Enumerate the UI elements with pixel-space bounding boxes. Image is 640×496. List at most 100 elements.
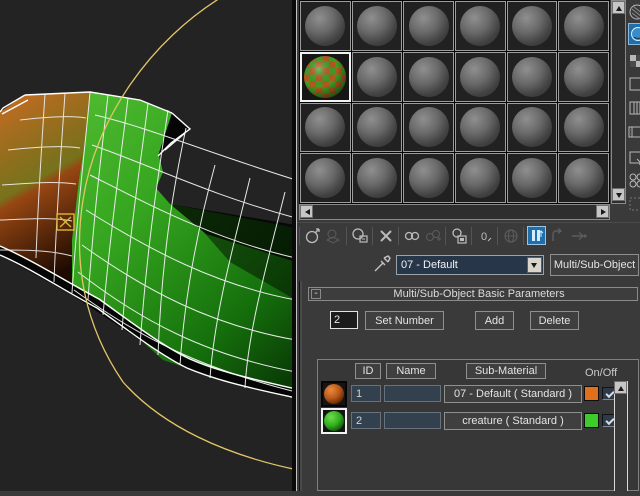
list-scrollbar[interactable] (614, 381, 628, 491)
gray-sphere-icon (357, 107, 397, 147)
sample-slot[interactable] (352, 153, 403, 203)
background-icon[interactable] (628, 53, 640, 73)
sort-by-id-button[interactable]: ID (355, 363, 381, 379)
gray-sphere-icon (409, 57, 449, 97)
left-arrow-icon (305, 209, 310, 215)
rollout-container: - Multi/Sub-Object Basic Parameters 2 Se… (299, 281, 640, 491)
sample-slot[interactable] (300, 153, 351, 203)
sample-slot[interactable] (352, 52, 403, 102)
show-map-in-viewport-icon[interactable] (501, 226, 520, 245)
sample-slot[interactable] (403, 153, 454, 203)
add-button[interactable]: Add (475, 311, 514, 330)
down-arrow-icon (616, 193, 622, 198)
select-by-material-icon[interactable] (628, 172, 640, 192)
rollout-title: Multi/Sub-Object Basic Parameters (321, 288, 637, 300)
sample-slot[interactable] (455, 1, 506, 51)
gray-sphere-icon (460, 158, 500, 198)
sample-slot[interactable] (558, 52, 609, 102)
sub-material-preview[interactable] (321, 408, 347, 434)
reset-map-icon[interactable] (376, 226, 395, 245)
set-number-button[interactable]: Set Number (365, 311, 444, 330)
material-name-dropdown[interactable]: 07 - Default (396, 255, 544, 275)
pick-material-from-object-icon[interactable] (373, 253, 391, 273)
list-scroll-up-button[interactable] (614, 381, 627, 394)
make-material-copy-icon[interactable] (402, 226, 421, 245)
color-swatch[interactable] (584, 413, 599, 428)
sub-material-button[interactable]: 07 - Default ( Standard ) (444, 385, 582, 403)
video-color-check-icon[interactable] (628, 100, 640, 120)
sample-slot[interactable] (403, 103, 454, 153)
sample-uv-tiling-icon[interactable] (628, 76, 640, 96)
sample-slot[interactable] (300, 1, 351, 51)
get-material-icon[interactable] (303, 226, 322, 245)
sample-type-icon[interactable] (628, 3, 640, 23)
sort-by-submaterial-button[interactable]: Sub-Material (466, 363, 546, 379)
sample-slot[interactable] (455, 103, 506, 153)
delete-button[interactable]: Delete (530, 311, 579, 330)
sample-slot[interactable] (352, 1, 403, 51)
material-editor-panel: 0 07 - Default Multi/Sub-Object - Multi/… (296, 0, 640, 491)
sample-slot[interactable] (352, 103, 403, 153)
sample-slot[interactable] (558, 103, 609, 153)
gray-sphere-icon (460, 57, 500, 97)
sample-slot-grid[interactable] (299, 0, 610, 204)
material-type-button[interactable]: Multi/Sub-Object (550, 254, 639, 276)
material-name-row: 07 - Default Multi/Sub-Object (297, 251, 640, 279)
scroll-down-button[interactable] (612, 188, 625, 201)
rollout-header[interactable]: - Multi/Sub-Object Basic Parameters (308, 287, 638, 301)
id-field[interactable]: 2 (351, 412, 381, 429)
scroll-left-button[interactable] (300, 205, 313, 218)
backlight-icon[interactable] (628, 23, 640, 45)
sample-slot[interactable] (455, 153, 506, 203)
slots-horizontal-scrollbar[interactable] (299, 204, 610, 220)
sample-slot[interactable] (507, 153, 558, 203)
material-map-navigator-icon[interactable] (628, 196, 640, 216)
collapse-icon[interactable]: - (311, 289, 321, 299)
name-field[interactable] (384, 385, 441, 402)
color-swatch[interactable] (584, 386, 599, 401)
sample-slot[interactable] (300, 103, 351, 153)
up-arrow-icon (616, 6, 622, 11)
orange-sphere-icon (324, 384, 344, 404)
assign-material-to-selection-icon[interactable] (350, 226, 369, 245)
sample-slot[interactable] (558, 1, 609, 51)
put-material-to-scene-icon[interactable] (324, 226, 343, 245)
on-off-label: On/Off (585, 367, 617, 379)
gray-sphere-icon (305, 158, 345, 198)
sample-slot[interactable] (403, 52, 454, 102)
viewport-3d[interactable] (0, 0, 296, 491)
gray-sphere-icon (564, 158, 604, 198)
sub-material-preview[interactable] (321, 381, 347, 407)
material-id-channel-icon[interactable]: 0 (475, 226, 494, 245)
put-to-library-icon[interactable] (449, 226, 468, 245)
material-toolbar: 0 (297, 222, 640, 248)
go-forward-to-sibling-icon[interactable] (569, 226, 588, 245)
sample-slot[interactable] (507, 1, 558, 51)
material-count-field[interactable]: 2 (330, 311, 358, 329)
sample-slot-selected[interactable] (300, 52, 351, 102)
show-end-result-icon[interactable] (527, 226, 546, 245)
dropdown-arrow-button[interactable] (527, 257, 542, 273)
sample-slot[interactable] (507, 103, 558, 153)
slots-vertical-scrollbar[interactable] (611, 0, 626, 204)
sub-material-button[interactable]: creature ( Standard ) (444, 412, 582, 430)
sub-material-row: 2 creature ( Standard ) (318, 408, 640, 435)
make-preview-icon[interactable] (628, 124, 640, 144)
id-field[interactable]: 1 (351, 385, 381, 402)
scroll-up-button[interactable] (612, 1, 625, 14)
go-to-parent-icon[interactable] (548, 226, 567, 245)
options-icon[interactable] (628, 150, 640, 170)
mesh-scene[interactable] (0, 0, 296, 491)
sort-by-name-button[interactable]: Name (386, 363, 436, 379)
gray-sphere-icon (357, 57, 397, 97)
scroll-right-button[interactable] (596, 205, 609, 218)
sample-slot[interactable] (403, 1, 454, 51)
sample-slot[interactable] (455, 52, 506, 102)
name-field[interactable] (384, 412, 441, 429)
gray-sphere-icon (305, 107, 345, 147)
sample-slot[interactable] (507, 52, 558, 102)
make-unique-icon[interactable] (423, 226, 442, 245)
gray-sphere-icon (564, 57, 604, 97)
sub-material-list: ID Name Sub-Material On/Off 1 07 - Defau… (317, 359, 639, 491)
sample-slot[interactable] (558, 153, 609, 203)
